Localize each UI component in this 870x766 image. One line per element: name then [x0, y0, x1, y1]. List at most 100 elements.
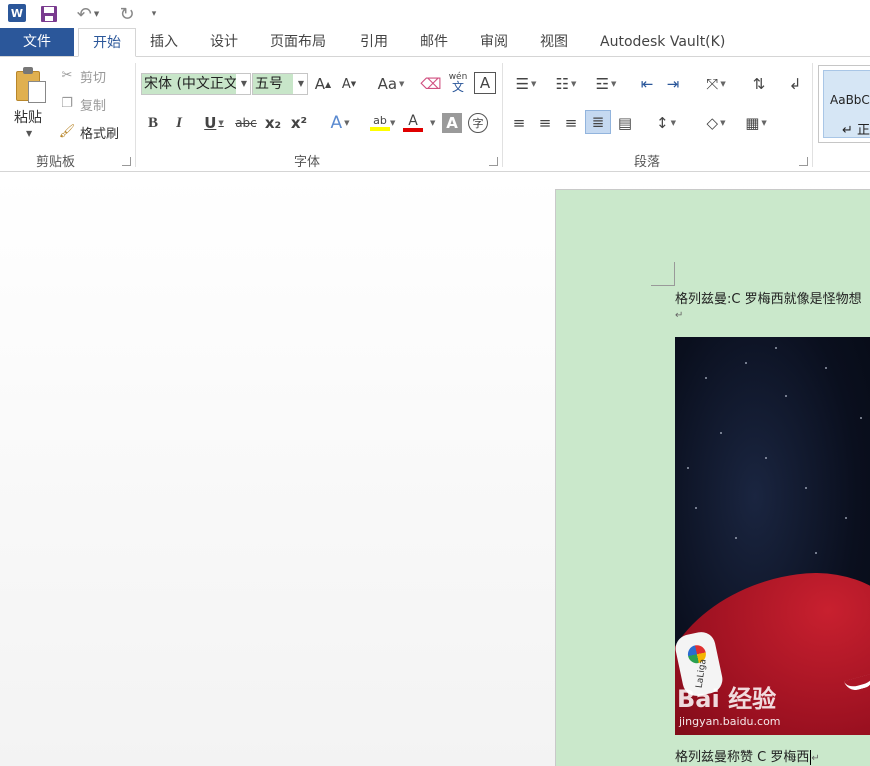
chevron-down-icon: ▼	[761, 119, 767, 127]
save-icon	[41, 6, 57, 22]
clipboard-launcher-button[interactable]	[122, 157, 131, 166]
align-left-button[interactable]: ≡	[508, 111, 530, 135]
subscript-icon: x₂	[264, 114, 282, 132]
word-icon[interactable]: W	[8, 4, 26, 22]
chevron-down-icon: ▼	[93, 10, 100, 18]
tab-autodesk-vault[interactable]: Autodesk Vault(K)	[590, 28, 735, 56]
font-color-bar	[403, 128, 423, 132]
undo-icon: ↶	[76, 3, 92, 25]
redo-button[interactable]: ↻	[116, 3, 138, 25]
caption-text: 格列兹曼称赞 C 罗梅西	[675, 750, 810, 765]
document-page[interactable]: 格列兹曼:C 罗梅西就像是怪物想 ↵ LaLiga Bai 经验 jingyan…	[555, 189, 870, 766]
margin-corner-mark	[651, 262, 675, 286]
align-right-button[interactable]: ≡	[560, 111, 582, 135]
tab-page-layout[interactable]: 页面布局	[260, 28, 336, 56]
shrink-font-button[interactable]: A ▼	[338, 72, 360, 96]
bullet-list-icon: ☰	[515, 75, 530, 93]
font-launcher-button[interactable]	[489, 157, 498, 166]
tab-review[interactable]: 审阅	[470, 28, 518, 56]
multilevel-list-button[interactable]: ☲ ▼	[588, 72, 624, 96]
clear-formatting-button[interactable]: ⌫	[420, 72, 442, 96]
copy-icon: ❐	[61, 96, 73, 111]
decrease-indent-icon: ⇤	[640, 75, 654, 93]
chevron-down-icon: ▼	[611, 80, 617, 88]
multilevel-list-icon: ☲	[595, 75, 610, 93]
subscript-button[interactable]: x₂	[262, 111, 284, 135]
enclose-characters-button[interactable]: 字	[468, 113, 488, 133]
watermark-url: jingyan.baidu.com	[679, 715, 781, 728]
paragraph-group-label: 段落	[634, 155, 661, 170]
tab-file[interactable]: 文件	[0, 28, 74, 56]
text-effects-button[interactable]: A ▼	[322, 111, 358, 135]
text-effects-icon: A	[330, 113, 343, 133]
line-spacing-icon: ↕	[656, 114, 669, 132]
bold-button[interactable]: B	[144, 111, 162, 135]
chevron-down-icon: ▼	[297, 79, 304, 88]
group-divider	[812, 63, 813, 167]
tab-references[interactable]: 引用	[350, 28, 398, 56]
watermark-logo: Bai 经验	[677, 685, 777, 713]
format-painter-button[interactable]: 🖌 格式刷	[58, 121, 119, 143]
chinese-layout-button[interactable]: ⤧ ▼	[698, 72, 734, 96]
change-case-label: Aa	[377, 75, 398, 93]
change-case-button[interactable]: Aa ▼	[372, 72, 410, 96]
borders-button[interactable]: ▦ ▼	[738, 111, 774, 135]
font-color-button[interactable]: A	[402, 111, 424, 135]
superscript-button[interactable]: x²	[288, 111, 310, 135]
tab-insert[interactable]: 插入	[140, 28, 188, 56]
font-name-combo[interactable]: 宋体 (中文正文 ▼	[141, 73, 251, 95]
bullets-button[interactable]: ☰ ▼	[508, 72, 544, 96]
tab-home[interactable]: 开始	[78, 28, 136, 57]
underline-button[interactable]: U ▼	[196, 111, 232, 135]
line-spacing-button[interactable]: ↕ ▼	[648, 111, 684, 135]
tab-mailings[interactable]: 邮件	[410, 28, 458, 56]
save-button[interactable]	[38, 3, 60, 25]
justify-button[interactable]: ≣	[585, 110, 611, 134]
strikethrough-button[interactable]: abc	[234, 111, 258, 135]
paragraph-launcher-button[interactable]	[799, 157, 808, 166]
font-group-label: 字体	[294, 155, 321, 170]
sort-icon: ⇅	[752, 75, 766, 93]
cut-button[interactable]: ✂ 剪切	[58, 65, 106, 87]
copy-button[interactable]: ❐ 复制	[58, 93, 106, 115]
tab-view[interactable]: 视图	[530, 28, 578, 56]
document-line[interactable]: 格列兹曼:C 罗梅西就像是怪物想	[675, 288, 862, 307]
numbering-button[interactable]: ☷ ▼	[548, 72, 584, 96]
chevron-down-icon: ▼	[720, 80, 726, 88]
grow-font-button[interactable]: A ▲	[312, 72, 334, 96]
chevron-down-icon: ▼	[430, 119, 436, 127]
customize-qat-button[interactable]: ▾	[148, 3, 160, 25]
italic-button[interactable]: I	[170, 111, 188, 135]
bold-icon: B	[147, 114, 158, 131]
paragraph-mark-icon: ↲	[788, 75, 802, 93]
align-center-button[interactable]: ≡	[534, 111, 556, 135]
style-normal[interactable]: AaBbCcDd ↵ 正文	[823, 70, 870, 138]
document-caption[interactable]: 格列兹曼称赞 C 罗梅西 ↵	[675, 746, 820, 765]
strikethrough-icon: abc	[235, 116, 257, 130]
format-painter-label: 格式刷	[80, 126, 120, 142]
scissors-icon: ✂	[61, 68, 73, 83]
shading-button[interactable]: ◇ ▼	[698, 111, 734, 135]
undo-button[interactable]: ↶ ▼	[70, 3, 106, 25]
align-right-icon: ≡	[564, 114, 578, 132]
character-border-icon: A	[479, 74, 491, 92]
distributed-button[interactable]: ▤	[614, 111, 636, 135]
font-size-combo[interactable]: 五号 ▼	[252, 73, 308, 95]
character-border-button[interactable]: A	[474, 72, 496, 94]
paragraph-mark: ↵	[811, 753, 820, 764]
styles-gallery: AaBbCcDd ↵ 正文	[818, 65, 870, 143]
redo-icon: ↻	[119, 3, 135, 25]
chevron-down-icon: ▼	[670, 119, 676, 127]
document-area: 格列兹曼:C 罗梅西就像是怪物想 ↵ LaLiga Bai 经验 jingyan…	[0, 173, 870, 766]
sort-button[interactable]: ⇅	[748, 72, 770, 96]
distributed-icon: ▤	[617, 114, 633, 132]
increase-indent-button[interactable]: ⇥	[662, 72, 684, 96]
inserted-photo[interactable]: LaLiga Bai 经验 jingyan.baidu.com	[675, 337, 870, 735]
chinese-layout-icon: ⤧	[706, 75, 719, 93]
decrease-indent-button[interactable]: ⇤	[636, 72, 658, 96]
superscript-icon: x²	[290, 114, 308, 132]
character-shading-button[interactable]: A	[442, 113, 462, 133]
show-hide-marks-button[interactable]: ↲	[784, 72, 806, 96]
phonetic-guide-button[interactable]: wén 文	[446, 70, 470, 94]
tab-design[interactable]: 设计	[200, 28, 248, 56]
